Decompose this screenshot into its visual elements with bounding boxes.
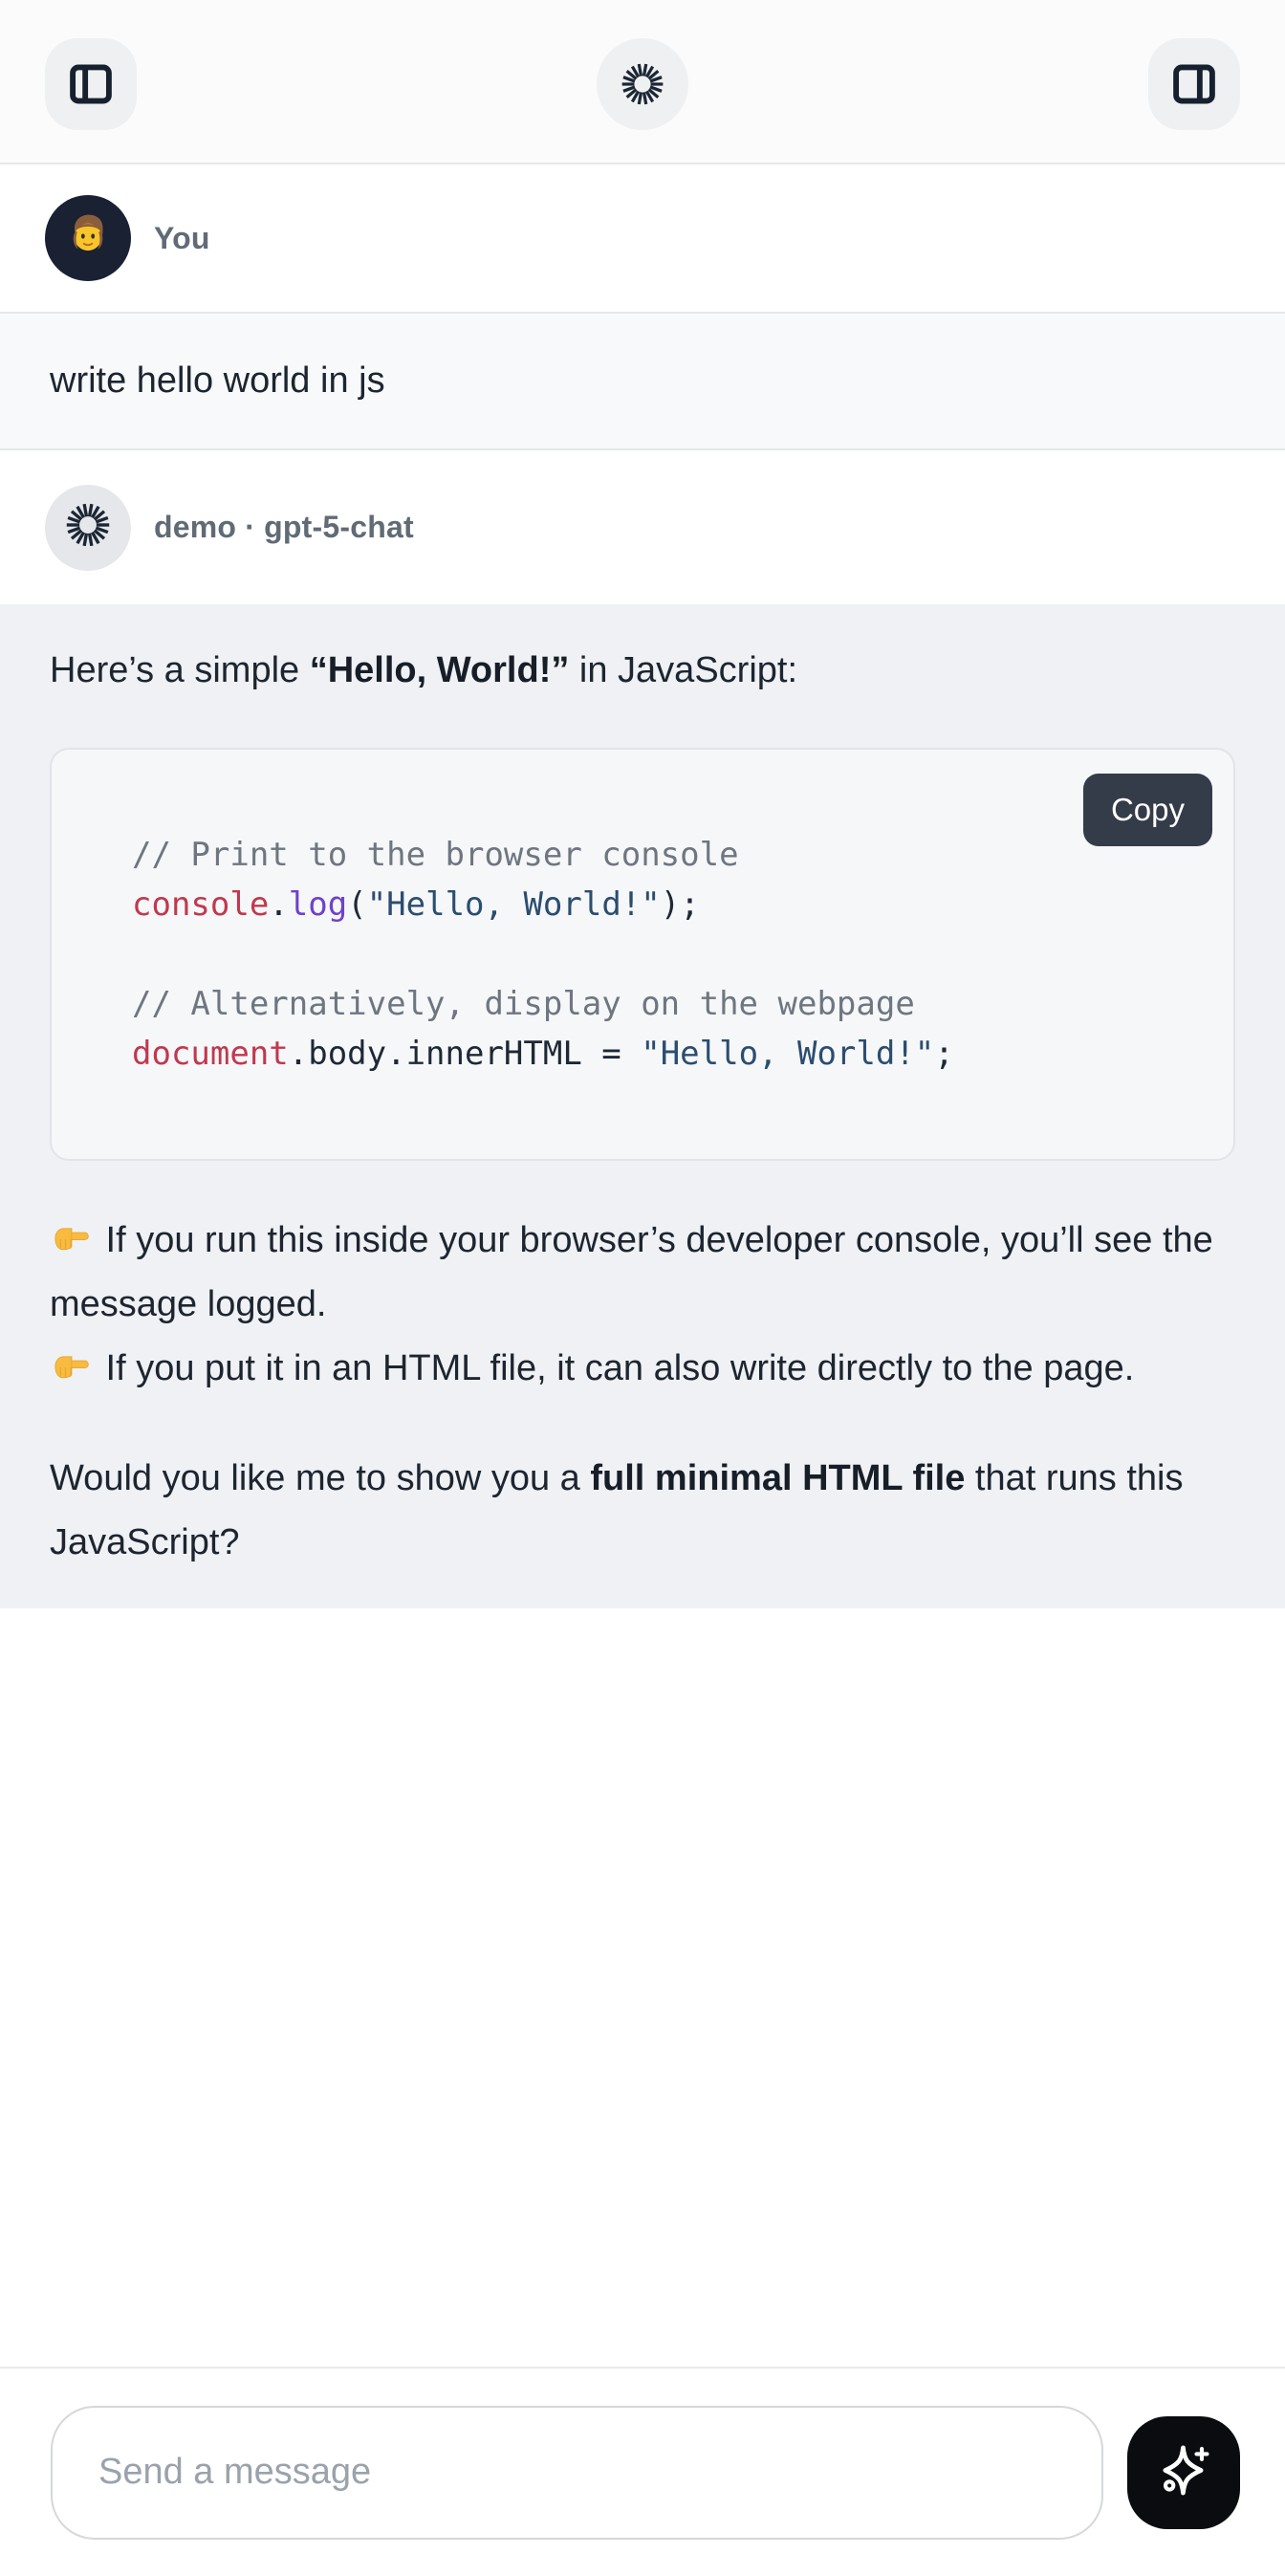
user-sender-name: You — [154, 221, 210, 256]
assistant-avatar — [45, 485, 131, 571]
point-right-emoji-icon — [50, 1348, 96, 1388]
user-message-bubble: write hello world in js — [0, 312, 1285, 450]
top-bar — [0, 0, 1285, 164]
user-message-text: write hello world in js — [50, 360, 385, 402]
code-content: // Print to the browser console console.… — [132, 830, 1153, 1079]
assistant-message-header: demo · gpt-5-chat — [0, 450, 1285, 604]
message-input[interactable] — [51, 2406, 1103, 2540]
send-button[interactable] — [1127, 2416, 1240, 2529]
assistant-message-bubble: Here’s a simple “Hello, World!” in JavaS… — [0, 604, 1285, 1608]
panel-right-icon — [1168, 58, 1220, 110]
chat-empty-area — [0, 1608, 1285, 2367]
composer-bar — [0, 2367, 1285, 2576]
panel-left-icon — [65, 58, 117, 110]
user-avatar — [45, 195, 131, 281]
sidebar-toggle-button[interactable] — [45, 38, 137, 130]
starburst-avatar-icon — [63, 500, 113, 555]
code-block: Copy // Print to the browser console con… — [50, 748, 1235, 1161]
assistant-question-text: Would you like me to show you a full min… — [50, 1447, 1235, 1575]
person-emoji-icon — [58, 207, 118, 271]
assistant-intro-text: Here’s a simple “Hello, World!” in JavaS… — [50, 639, 1235, 703]
starburst-logo-icon — [619, 60, 666, 108]
assistant-sender-name: demo · gpt-5-chat — [154, 510, 414, 545]
sparkle-icon — [1152, 2439, 1215, 2505]
point-right-emoji-icon — [50, 1220, 96, 1260]
user-message-header: You — [0, 164, 1285, 312]
right-panel-toggle-button[interactable] — [1148, 38, 1240, 130]
copy-code-button[interactable]: Copy — [1083, 774, 1212, 846]
app-logo-button[interactable] — [597, 38, 688, 130]
assistant-tips-text: If you run this inside your browser’s de… — [50, 1209, 1235, 1401]
